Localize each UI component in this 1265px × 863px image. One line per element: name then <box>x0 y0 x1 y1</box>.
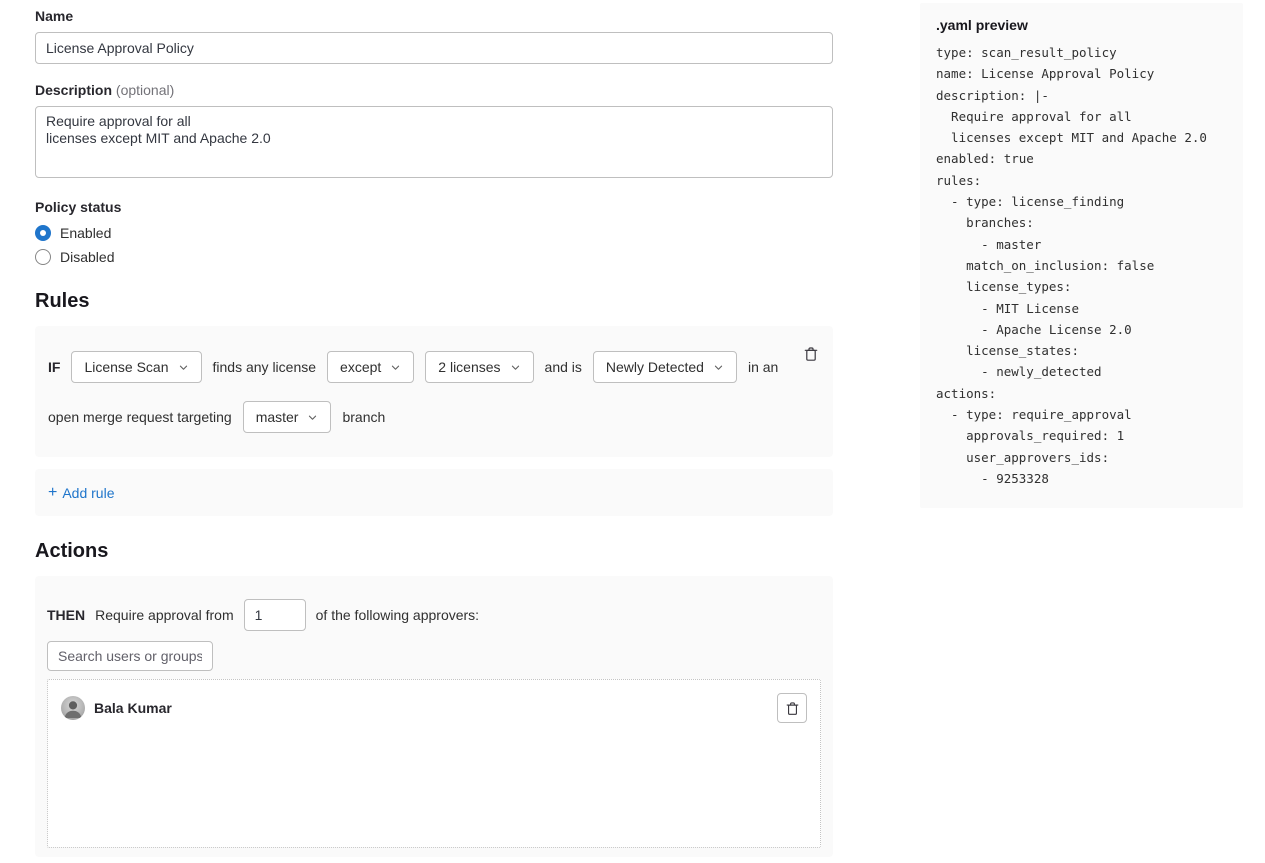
plus-icon: + <box>48 486 57 500</box>
add-rule-button[interactable]: + Add rule <box>48 485 115 501</box>
trash-icon <box>803 350 819 365</box>
chevron-down-icon <box>178 362 189 373</box>
actions-heading: Actions <box>35 540 833 563</box>
add-rule-label: Add rule <box>62 485 114 501</box>
name-input[interactable] <box>35 32 833 64</box>
description-field-group: Description (optional) <box>35 82 833 181</box>
scanner-dropdown-value: License Scan <box>84 359 168 375</box>
name-label: Name <box>35 8 833 24</box>
radio-disabled-label: Disabled <box>60 249 114 265</box>
policy-status-label: Policy status <box>35 199 833 215</box>
radio-disabled-control[interactable] <box>35 249 51 265</box>
in-an-text: in an <box>748 359 778 375</box>
license-state-dropdown-value: Newly Detected <box>606 359 704 375</box>
remove-approver-button[interactable] <box>777 693 807 723</box>
action-card: THEN Require approval from of the follow… <box>35 576 833 857</box>
radio-enabled-control[interactable] <box>35 225 51 241</box>
name-field-group: Name <box>35 8 833 64</box>
branch-dropdown-value: master <box>256 409 299 425</box>
approver-name: Bala Kumar <box>94 700 172 716</box>
approvals-required-input[interactable] <box>244 599 306 631</box>
finds-any-license-text: finds any license <box>213 359 317 375</box>
chevron-down-icon <box>390 362 401 373</box>
match-type-dropdown[interactable]: except <box>327 351 414 383</box>
chevron-down-icon <box>713 362 724 373</box>
description-label: Description (optional) <box>35 82 833 98</box>
yaml-preview-code: type: scan_result_policy name: License A… <box>936 42 1227 489</box>
license-count-dropdown[interactable]: 2 licenses <box>425 351 533 383</box>
radio-enabled-label: Enabled <box>60 225 111 241</box>
scanner-dropdown[interactable]: License Scan <box>71 351 201 383</box>
rule-card: IF License Scan finds any license except… <box>35 326 833 457</box>
rule-row-condition: IF License Scan finds any license except… <box>48 351 789 383</box>
yaml-preview-title: .yaml preview <box>936 17 1227 33</box>
approver-search-input[interactable] <box>47 641 213 671</box>
radio-disabled[interactable]: Disabled <box>35 249 833 265</box>
match-type-dropdown-value: except <box>340 359 381 375</box>
policy-editor-page: Name Description (optional) Policy statu… <box>0 0 1265 857</box>
require-approval-from-text: Require approval from <box>95 607 234 623</box>
rule-row-target: open merge request targeting master bran… <box>48 401 789 433</box>
branch-text: branch <box>342 409 385 425</box>
of-following-approvers-text: of the following approvers: <box>316 607 479 623</box>
merge-request-targeting-text: open merge request targeting <box>48 409 232 425</box>
license-state-dropdown[interactable]: Newly Detected <box>593 351 737 383</box>
then-keyword: THEN <box>47 607 85 623</box>
yaml-preview-panel: .yaml preview type: scan_result_policy n… <box>920 3 1243 508</box>
avatar <box>61 696 85 720</box>
branch-dropdown[interactable]: master <box>243 401 332 433</box>
action-row-approval: THEN Require approval from of the follow… <box>47 599 821 631</box>
description-label-text: Description <box>35 82 112 98</box>
chevron-down-icon <box>307 412 318 423</box>
chevron-down-icon <box>510 362 521 373</box>
delete-rule-button[interactable] <box>801 344 821 364</box>
radio-enabled[interactable]: Enabled <box>35 225 833 241</box>
if-keyword: IF <box>48 359 60 375</box>
license-count-dropdown-value: 2 licenses <box>438 359 500 375</box>
policy-status-group: Policy status Enabled Disabled <box>35 199 833 265</box>
and-is-text: and is <box>545 359 582 375</box>
description-optional-text: (optional) <box>116 82 174 98</box>
description-textarea[interactable] <box>35 106 833 178</box>
rules-heading: Rules <box>35 290 833 313</box>
approver-list: Bala Kumar <box>47 679 821 848</box>
add-rule-container: + Add rule <box>35 469 833 516</box>
trash-icon <box>785 701 800 716</box>
approver-row: Bala Kumar <box>61 693 807 723</box>
policy-form: Name Description (optional) Policy statu… <box>35 8 833 857</box>
